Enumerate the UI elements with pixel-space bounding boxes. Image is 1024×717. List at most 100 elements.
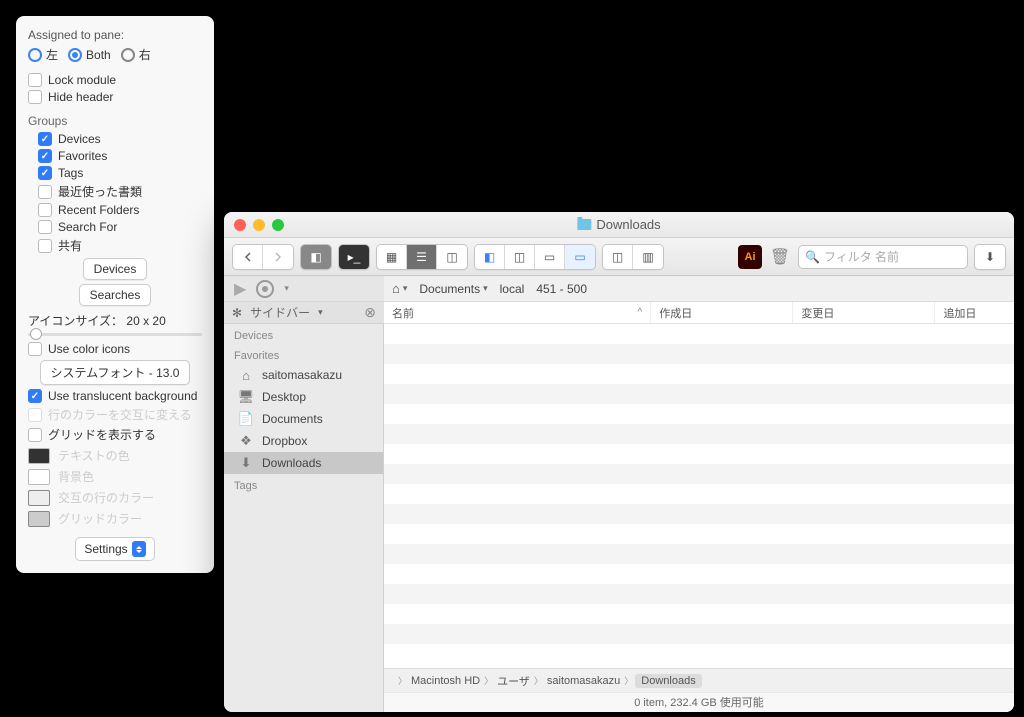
icon-size-value: 20 x 20 [126,314,165,328]
home-icon: ⌂ [238,368,254,382]
sidebar-tags-header: Tags [224,474,383,494]
list-row [384,464,1014,484]
group-shared-check[interactable]: 共有 [38,237,202,254]
list-row [384,484,1014,504]
play-controls: ▶ ▾ [224,276,384,302]
icon-size-slider[interactable] [28,333,202,336]
translucent-bg-check[interactable]: Use translucent background [28,389,202,403]
list-row [384,404,1014,424]
panel-active[interactable]: ▭ [565,245,595,269]
crumb-users[interactable]: ユーザ [495,673,532,689]
sidebar-item-home[interactable]: ⌂saitomasakazu [224,364,383,386]
desktop-icon: 🖥 [238,390,254,404]
group-favorites-check[interactable]: Favorites [38,149,202,163]
finder-window: Downloads ◧ ▸_ ▦ ☰ ◫ ◧ ◫ ▭ ▭ ◫ ▥ Ai [224,212,1014,712]
col-name[interactable]: 名前 [384,302,651,323]
trash-icon[interactable]: 🗑 [768,245,792,269]
gear-icon[interactable]: ✻ [232,306,242,320]
minimize-button[interactable] [253,219,265,231]
show-grid-check[interactable]: グリッドを表示する [28,426,202,443]
group-recent-docs-check[interactable]: 最近使った書類 [38,183,202,200]
home-path-icon[interactable]: ⌂ [392,281,407,296]
status-bar: 0 item, 232.4 GB 使用可能 [384,692,1014,712]
alt-row-color-check: 行のカラーを交互に変える [28,406,202,423]
list-row [384,324,1014,344]
icon-size-label: アイコンサイズ： [28,314,123,328]
titlebar: Downloads [224,212,1014,238]
settings-dropdown[interactable]: Settings [75,537,154,561]
list-row [384,564,1014,584]
lock-module-check[interactable]: Lock module [28,73,202,87]
col-modified[interactable]: 変更日 [793,302,935,323]
search-input[interactable]: 🔍 フィルタ 名前 [798,245,968,269]
sidebar-favorites-header: Favorites [224,344,383,364]
chevron-down-icon[interactable]: ▾ [284,283,289,294]
panel-right[interactable]: ▭ [535,245,565,269]
view-columns[interactable]: ◫ [437,245,467,269]
list-row [384,544,1014,564]
radio-left[interactable]: 左 [28,46,58,63]
crumb-downloads[interactable]: Downloads [635,674,701,688]
sidebar-item-downloads[interactable]: ⬇Downloads [224,452,383,474]
panel-left[interactable]: ◧ [475,245,505,269]
group-devices-check[interactable]: Devices [38,132,202,146]
sidebar-devices-header: Devices [224,324,383,344]
sidebar-item-documents[interactable]: 📄Documents [224,408,383,430]
grid-color-row: グリッドカラー [28,510,202,527]
path-local[interactable]: local [500,282,525,296]
crumb-user[interactable]: saitomasakazu [545,675,622,687]
radio-right[interactable]: 右 [121,46,151,63]
sidebar-item-dropbox[interactable]: ❖Dropbox [224,430,383,452]
view-icons[interactable]: ▦ [377,245,407,269]
list-row [384,424,1014,444]
list-row [384,524,1014,544]
file-list: 〉 Macintosh HD 〉 ユーザ 〉 saitomasakazu 〉 D… [384,324,1014,712]
list-row [384,584,1014,604]
panel-mid[interactable]: ◫ [505,245,535,269]
alt-row-color-row: 交互の行のカラー [28,489,202,506]
dual-pane-2[interactable]: ▥ [633,245,663,269]
hide-header-check[interactable]: Hide header [28,90,202,104]
col-added[interactable]: 追加日 [935,302,1014,323]
group-tags-check[interactable]: Tags [38,166,202,180]
searches-button[interactable]: Searches [79,284,152,306]
downloads-icon: ⬇ [238,456,254,470]
list-row [384,444,1014,464]
close-sidebar-icon[interactable]: ⊗ [364,304,376,321]
group-search-for-check[interactable]: Search For [38,220,202,234]
breadcrumb: 〉 Macintosh HD 〉 ユーザ 〉 saitomasakazu 〉 D… [384,668,1014,692]
search-icon: 🔍 [805,250,820,264]
back-button[interactable] [233,245,263,269]
pathbar: ⌂ Documents local 451 - 500 [384,276,1014,302]
documents-icon: 📄 [238,412,254,426]
download-button[interactable]: ⬇ [975,245,1005,269]
devices-button[interactable]: Devices [83,258,148,280]
dropbox-icon: ❖ [238,434,254,448]
list-row [384,384,1014,404]
record-icon[interactable] [256,280,274,298]
play-icon[interactable]: ▶ [234,279,246,299]
column-headers: 名前 作成日 変更日 追加日 [384,302,1014,324]
list-row [384,624,1014,644]
crumb-hd[interactable]: Macintosh HD [409,675,482,687]
settings-panel: Assigned to pane: 左 Both 右 Lock module H… [16,16,214,573]
forward-button[interactable] [263,245,293,269]
radio-both[interactable]: Both [68,48,111,62]
terminal-icon[interactable]: ▸_ [339,245,369,269]
list-row [384,504,1014,524]
zoom-button[interactable] [272,219,284,231]
list-area[interactable] [384,324,1014,668]
path-documents[interactable]: Documents [419,282,487,296]
dual-pane-1[interactable]: ◫ [603,245,633,269]
chevron-updown-icon [132,541,146,557]
close-button[interactable] [234,219,246,231]
text-color-row: テキストの色 [28,447,202,464]
group-recent-folders-check[interactable]: Recent Folders [38,203,202,217]
ai-app-icon[interactable]: Ai [738,245,762,269]
drive-icon[interactable]: ◧ [301,245,331,269]
view-list[interactable]: ☰ [407,245,437,269]
font-button[interactable]: システムフォント - 13.0 [40,360,191,385]
color-icons-check[interactable]: Use color icons [28,342,202,356]
sidebar-item-desktop[interactable]: 🖥Desktop [224,386,383,408]
col-created[interactable]: 作成日 [651,302,793,323]
